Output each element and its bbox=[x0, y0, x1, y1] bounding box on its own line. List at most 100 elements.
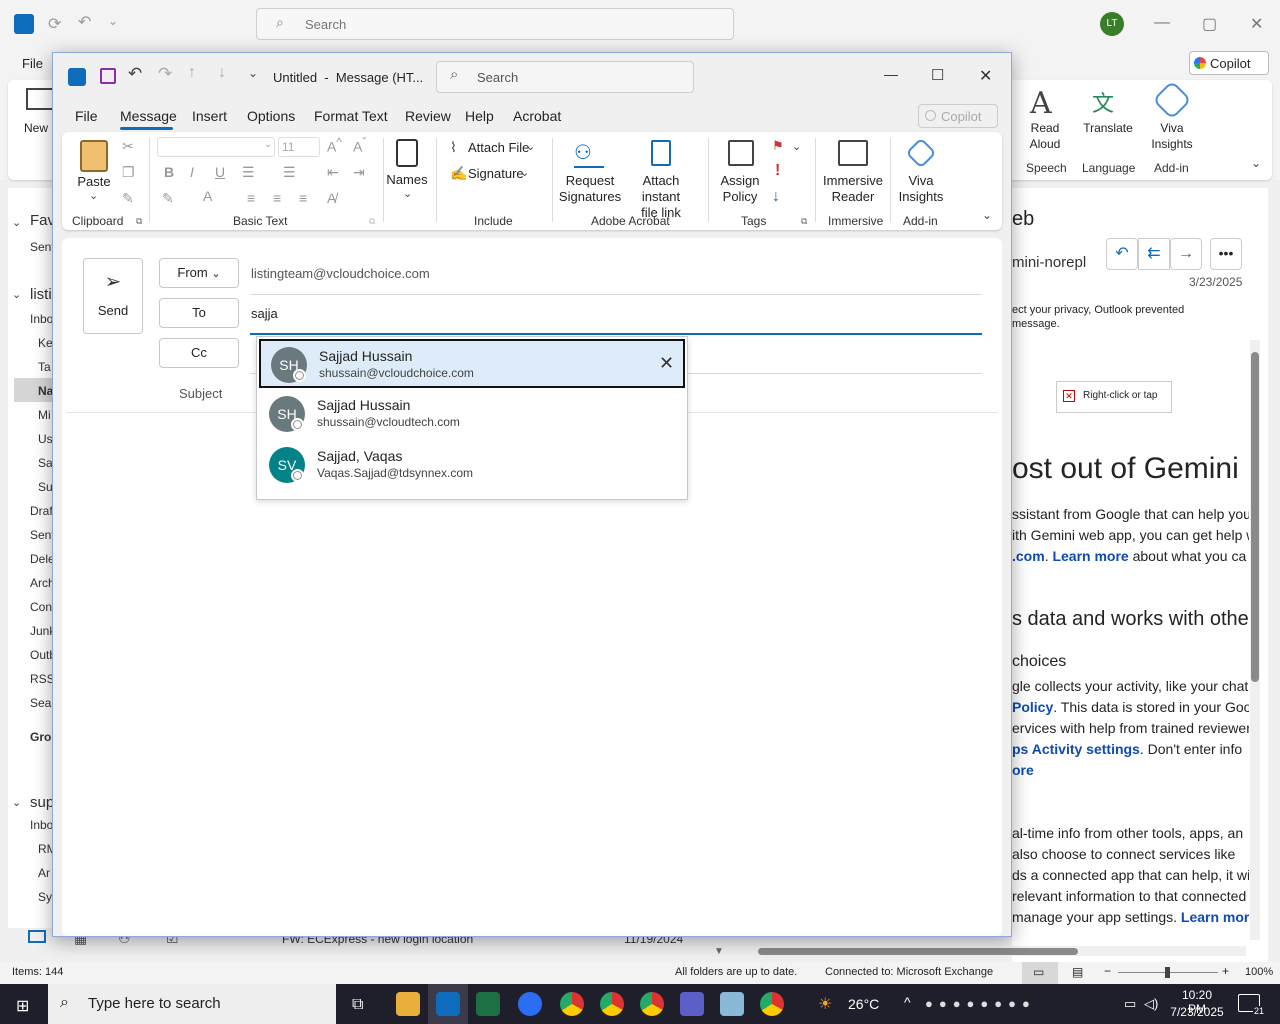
folder-item[interactable]: Sear bbox=[30, 696, 53, 710]
folder-item[interactable]: Draf bbox=[30, 504, 53, 518]
chevron-down-icon[interactable]: ⌄ bbox=[12, 288, 21, 301]
names-button[interactable]: Names bbox=[385, 172, 429, 188]
learn-more-link[interactable]: Learn more bbox=[1052, 548, 1128, 564]
signature-button[interactable]: Signature bbox=[468, 166, 524, 182]
suggestion-item[interactable]: SV Sajjad, Vaqas Vaqas.Sajjad@tdsynnex.c… bbox=[257, 439, 687, 490]
increase-indent-icon[interactable]: ⇥ bbox=[353, 164, 365, 181]
align-center-icon[interactable]: ≡ bbox=[273, 190, 281, 206]
tab-review[interactable]: Review bbox=[405, 108, 451, 124]
previous-item-icon[interactable]: ↑ bbox=[188, 64, 196, 82]
chrome-taskbar-icon[interactable] bbox=[600, 992, 624, 1016]
excel-taskbar-icon[interactable] bbox=[476, 992, 500, 1016]
ribbon-collapse-icon[interactable]: ⌄ bbox=[982, 208, 992, 222]
show-hidden-icons[interactable]: ^ bbox=[904, 994, 911, 1010]
tab-file[interactable]: File bbox=[75, 108, 98, 124]
italic-icon[interactable]: I bbox=[190, 164, 194, 180]
ribbon-expand-icon[interactable]: ⌄ bbox=[1251, 156, 1261, 170]
folder-item[interactable]: Sent bbox=[30, 528, 53, 542]
folder-item[interactable]: Con bbox=[30, 600, 53, 614]
folder-item[interactable]: Inbo bbox=[30, 312, 53, 326]
main-search-box[interactable]: Search bbox=[256, 8, 734, 40]
to-input[interactable]: sajja bbox=[251, 306, 278, 321]
next-item-icon[interactable]: ↓ bbox=[218, 64, 226, 82]
request-signatures-button[interactable]: Request Signatures bbox=[558, 173, 622, 205]
reading-scrollbar-thumb[interactable] bbox=[1251, 352, 1259, 682]
folder-item-selected[interactable]: Na bbox=[38, 384, 53, 398]
numbering-icon[interactable]: ☰ bbox=[283, 164, 296, 181]
reading-link[interactable]: .com bbox=[1012, 548, 1045, 564]
to-button[interactable]: To bbox=[159, 298, 239, 328]
folder-item[interactable]: Outb bbox=[30, 648, 53, 662]
app-taskbar-icon[interactable] bbox=[720, 992, 744, 1016]
close-icon[interactable]: ✕ bbox=[979, 66, 992, 86]
decrease-indent-icon[interactable]: ⇤ bbox=[327, 164, 339, 181]
chrome-taskbar-icon[interactable] bbox=[560, 992, 584, 1016]
scroll-down-arrow[interactable]: ▼ bbox=[714, 946, 724, 957]
forward-button[interactable]: → bbox=[1170, 238, 1202, 270]
learn-more-link[interactable]: Learn more bbox=[1181, 909, 1249, 925]
reading-link[interactable]: ore bbox=[1012, 762, 1249, 778]
undo-icon[interactable]: ↶ bbox=[78, 12, 91, 32]
from-button[interactable]: From ⌄ bbox=[159, 258, 239, 288]
folder-item[interactable]: Sa bbox=[38, 456, 53, 470]
windows-start-icon[interactable]: ⊞ bbox=[16, 996, 29, 1016]
chrome-taskbar-icon[interactable] bbox=[760, 992, 784, 1016]
send-button[interactable]: ➢ Send bbox=[83, 258, 143, 334]
suggestion-item[interactable]: SH Sajjad Hussain shussain@vcloudchoice.… bbox=[259, 339, 685, 388]
network-icon[interactable]: ▭ bbox=[1124, 996, 1136, 1012]
teams-taskbar-icon[interactable] bbox=[680, 992, 704, 1016]
dialog-launcher-icon[interactable]: ⧉ bbox=[369, 216, 375, 227]
folder-item[interactable]: Us bbox=[38, 432, 53, 446]
reading-link[interactable]: Policy bbox=[1012, 699, 1053, 715]
underline-icon[interactable]: U bbox=[215, 164, 225, 180]
chevron-down-icon[interactable]: ⌄ bbox=[264, 139, 272, 150]
system-tray-icons[interactable]: ●●●●●●●● bbox=[925, 996, 1115, 1014]
account-avatar[interactable]: LT bbox=[1100, 12, 1124, 36]
folder-item[interactable]: Inbo bbox=[30, 818, 53, 832]
bold-icon[interactable]: B bbox=[164, 164, 174, 180]
assign-policy-button[interactable]: Assign Policy bbox=[714, 173, 766, 205]
dialog-launcher-icon[interactable]: ⧉ bbox=[801, 216, 807, 227]
new-email-button[interactable]: New Email bbox=[24, 120, 54, 136]
folder-item[interactable]: RM bbox=[38, 842, 53, 856]
zoom-taskbar-icon[interactable] bbox=[518, 992, 542, 1016]
attach-file-button[interactable]: Attach File bbox=[468, 140, 529, 156]
taskbar-search[interactable]: Type here to search bbox=[48, 984, 336, 1024]
folder-item[interactable]: Ke bbox=[38, 336, 53, 350]
weather-temp[interactable]: 26°C bbox=[848, 996, 879, 1012]
maximize-icon[interactable]: ☐ bbox=[931, 66, 944, 84]
font-name-box[interactable] bbox=[157, 137, 275, 157]
chevron-down-icon[interactable]: ⌄ bbox=[89, 189, 98, 202]
groups-header[interactable]: Grou bbox=[30, 730, 53, 744]
account-header[interactable]: sup bbox=[30, 794, 53, 811]
favorites-header[interactable]: Fav bbox=[30, 212, 53, 229]
more-actions-button[interactable]: ••• bbox=[1210, 238, 1242, 270]
decrease-font-icon[interactable]: Aˇ bbox=[353, 136, 366, 155]
cut-icon[interactable]: ✂ bbox=[122, 138, 134, 155]
chevron-down-icon[interactable]: ⌄ bbox=[520, 166, 529, 179]
copy-icon[interactable]: ❐ bbox=[122, 164, 135, 181]
sync-icon[interactable]: ⟳ bbox=[48, 14, 61, 34]
close-icon[interactable]: ✕ bbox=[1250, 14, 1263, 34]
folder-item[interactable]: Ta bbox=[38, 360, 53, 374]
folder-item[interactable]: Dele bbox=[30, 552, 53, 566]
translate-button[interactable]: Translate bbox=[1080, 120, 1136, 136]
suggestion-item[interactable]: SH Sajjad Hussain shussain@vcloudtech.co… bbox=[257, 388, 687, 439]
read-aloud-button[interactable]: Read Aloud bbox=[1025, 120, 1065, 152]
outlook-taskbar-icon[interactable] bbox=[436, 992, 460, 1016]
customize-toolbar-icon[interactable]: ⌄ bbox=[108, 14, 118, 28]
flag-icon[interactable]: ⚑ bbox=[772, 138, 784, 154]
chevron-down-icon[interactable]: ⌄ bbox=[792, 140, 801, 153]
highlight-icon[interactable]: ✎ bbox=[162, 190, 174, 207]
zoom-out-icon[interactable]: − bbox=[1104, 964, 1111, 978]
weather-icon[interactable]: ☀ bbox=[818, 994, 832, 1014]
minimize-icon[interactable]: — bbox=[884, 66, 898, 82]
folder-item[interactable]: Junk bbox=[30, 624, 53, 638]
clock-date[interactable]: 7/23/2025 bbox=[1168, 1005, 1226, 1019]
volume-icon[interactable]: ◁) bbox=[1144, 996, 1158, 1012]
task-view-icon[interactable]: ⧉ bbox=[352, 996, 363, 1014]
paste-button[interactable]: Paste bbox=[76, 174, 112, 190]
reading-link[interactable]: ps Activity settings bbox=[1012, 741, 1140, 757]
font-color-icon[interactable]: A bbox=[203, 188, 212, 204]
dialog-launcher-icon[interactable]: ⧉ bbox=[136, 216, 142, 227]
